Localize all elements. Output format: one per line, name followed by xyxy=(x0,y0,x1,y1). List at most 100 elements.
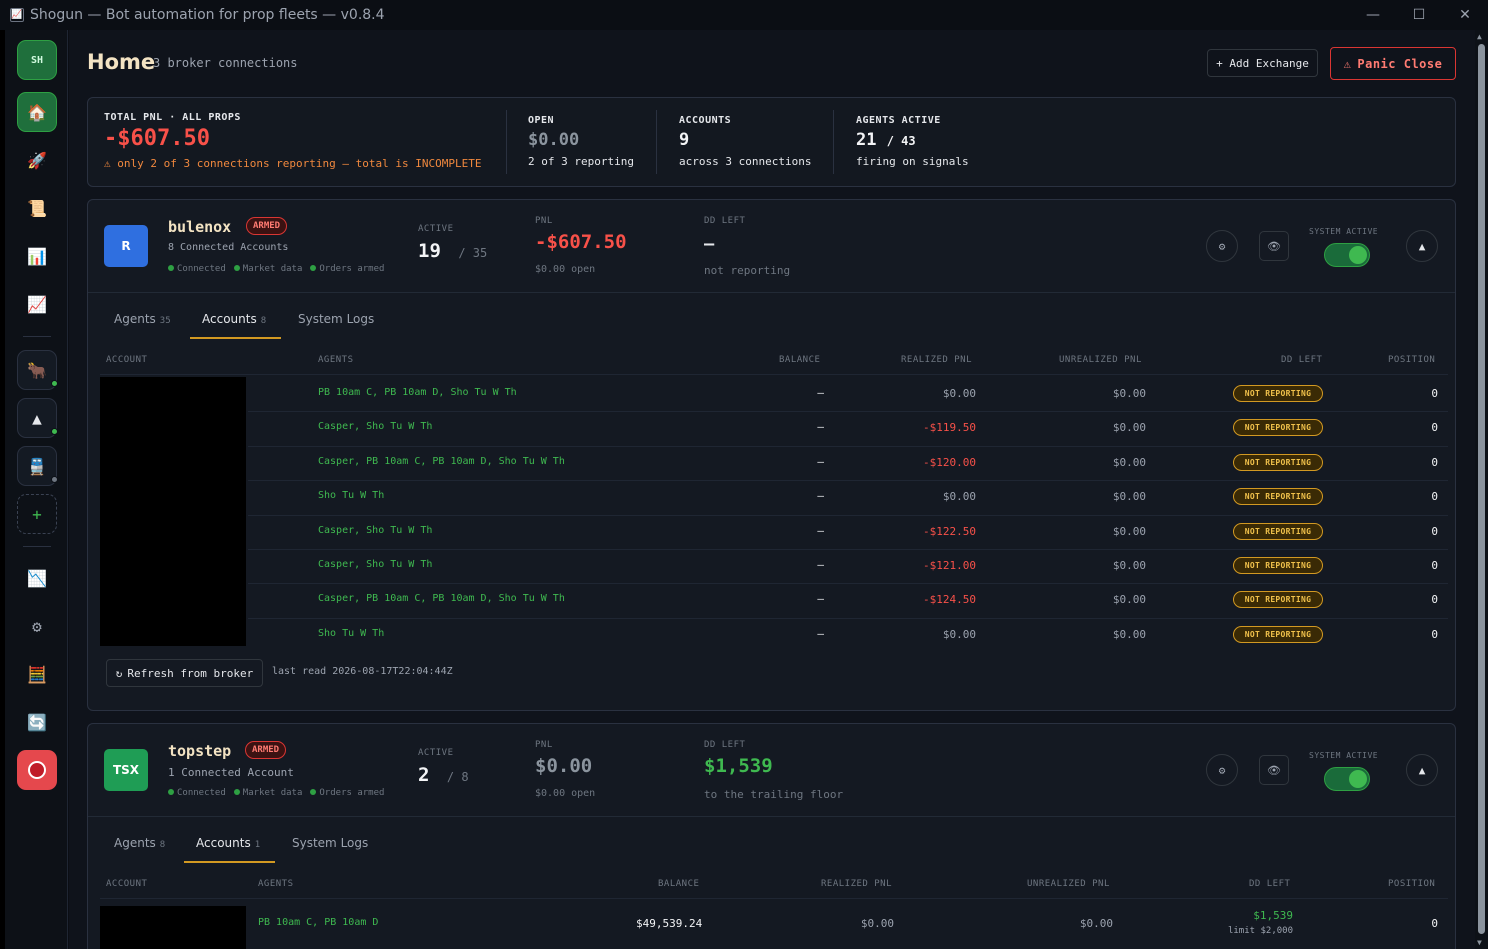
scroll-icon: 📜 xyxy=(27,198,47,218)
maximize-button[interactable]: ☐ xyxy=(1396,0,1442,30)
refresh-from-broker-button[interactable]: ↻ Refresh from broker xyxy=(106,659,263,687)
sidebar-connection-bulenox[interactable]: 🐂 xyxy=(17,350,58,390)
col-balance: BALANCE xyxy=(658,879,700,889)
status-dot xyxy=(51,428,58,435)
status-orders-armed: Orders armed xyxy=(310,788,384,798)
tab-agents[interactable]: Agents 8 xyxy=(114,836,165,850)
tab-bar: Agents 35 Accounts 8 System Logs xyxy=(88,293,1455,343)
unrealized-pnl-cell: $0.00 xyxy=(1112,559,1146,572)
main-content: Home 3 broker connections + Add Exchange… xyxy=(69,30,1475,949)
agents-active-sub: firing on signals xyxy=(856,155,969,168)
sidebar-item-settings[interactable]: ⚙ xyxy=(17,606,57,646)
dd-left-cell: $1,539 xyxy=(1253,909,1293,922)
status-dot xyxy=(168,789,174,795)
scroll-down-icon[interactable]: ▼ xyxy=(1477,938,1482,947)
status-market-data: Market data xyxy=(233,264,302,274)
realized-pnl-cell: $0.00 xyxy=(942,387,976,400)
col-realized-pnl: REALIZED PNL xyxy=(901,355,973,365)
eye-icon: 👁 xyxy=(1267,239,1281,253)
agents-cell: Casper, PB 10am C, PB 10am D, Sho Tu W T… xyxy=(318,455,565,467)
bar-chart-icon: 📊 xyxy=(27,246,47,266)
agents-active-count: 21 xyxy=(856,130,877,150)
sidebar-profile[interactable]: SH xyxy=(17,40,57,80)
refresh-icon: ↻ xyxy=(115,666,123,680)
position-cell: 0 xyxy=(1431,593,1438,607)
sidebar-item-charts[interactable]: 📈 xyxy=(17,284,57,324)
balance-cell: — xyxy=(817,558,824,571)
tab-system-logs[interactable]: System Logs xyxy=(292,836,368,850)
train-icon: 🚆 xyxy=(27,456,47,476)
header-divider xyxy=(100,898,1448,899)
tab-agents[interactable]: Agents 35 xyxy=(114,312,171,326)
agents-cell: Casper, PB 10am C, PB 10am D, Sho Tu W T… xyxy=(318,593,565,605)
sidebar-item-record[interactable] xyxy=(17,750,57,790)
scrollbar-thumb[interactable] xyxy=(1478,44,1485,934)
pnl-value: -$607.50 xyxy=(535,231,627,253)
collapse-button[interactable]: ▲ xyxy=(1406,230,1438,262)
open-value: $0.00 xyxy=(528,130,580,150)
plus-icon: + xyxy=(32,504,42,524)
balance-cell: — xyxy=(817,420,824,434)
sidebar-divider xyxy=(23,336,51,337)
summary-panel: TOTAL PNL · ALL PROPS -$607.50 ⚠ only 2 … xyxy=(87,97,1456,187)
position-cell: 0 xyxy=(1431,421,1438,435)
system-active-toggle[interactable] xyxy=(1324,243,1370,267)
status-row: Connected Market data Orders armed xyxy=(168,788,384,798)
status-dot xyxy=(168,265,174,271)
close-button[interactable]: ✕ xyxy=(1442,0,1488,30)
connected-accounts-count: 1 Connected Account xyxy=(168,766,294,779)
col-agents: AGENTS xyxy=(318,355,354,365)
realized-pnl-cell: -$121.00 xyxy=(923,559,976,572)
add-exchange-button[interactable]: + Add Exchange xyxy=(1207,49,1318,77)
sidebar-item-stats[interactable]: 📊 xyxy=(17,236,57,276)
sidebar-item-logs[interactable]: 📜 xyxy=(17,188,57,228)
dd-left-value: — xyxy=(704,234,715,254)
pnl-label: PNL xyxy=(535,216,553,226)
panic-close-label: Panic Close xyxy=(1357,56,1443,71)
sidebar-item-bots[interactable]: 🚀 xyxy=(17,140,57,180)
sidebar-connection-topstep[interactable]: ▲ xyxy=(17,398,58,438)
view-button[interactable]: 👁 xyxy=(1259,231,1289,261)
accounts-label: ACCOUNTS xyxy=(679,115,732,126)
tab-accounts[interactable]: Accounts 1 xyxy=(196,836,260,850)
agents-cell: Sho Tu W Th xyxy=(318,490,385,502)
status-orders-armed: Orders armed xyxy=(310,264,384,274)
sidebar-item-drawdown[interactable]: 📉 xyxy=(17,558,57,598)
active-value: 19 / 35 xyxy=(418,240,488,262)
col-dd-left: DD LEFT xyxy=(1249,879,1291,889)
sidebar-item-calculator[interactable]: 🧮 xyxy=(17,654,57,694)
view-button[interactable]: 👁 xyxy=(1259,755,1289,785)
status-row: Connected Market data Orders armed xyxy=(168,264,384,274)
calculator-icon: 🧮 xyxy=(27,664,47,684)
dd-badge: NOT REPORTING xyxy=(1233,453,1323,471)
toggle-knob xyxy=(1349,246,1367,264)
refresh-label: Refresh from broker xyxy=(127,666,254,680)
scroll-up-icon[interactable]: ▲ xyxy=(1477,32,1482,41)
system-active-toggle[interactable] xyxy=(1324,767,1370,791)
collapse-button[interactable]: ▲ xyxy=(1406,754,1438,786)
sidebar-divider xyxy=(23,546,51,547)
minimize-button[interactable]: — xyxy=(1350,0,1396,30)
unrealized-pnl-cell: $0.00 xyxy=(1112,593,1146,607)
sidebar-add-connection[interactable]: + xyxy=(17,494,57,534)
line-chart-icon: 📈 xyxy=(27,294,47,314)
gear-icon: ⚙ xyxy=(1218,763,1226,777)
scrollbar[interactable]: ▲ ▼ xyxy=(1475,30,1488,949)
page-subtitle: 3 broker connections xyxy=(153,56,298,70)
redacted-account-cell xyxy=(100,906,246,949)
header-divider xyxy=(100,374,1448,375)
tab-accounts[interactable]: Accounts 8 xyxy=(202,312,266,326)
unrealized-pnl-cell: $0.00 xyxy=(1079,917,1113,930)
sidebar-item-sync[interactable]: 🔄 xyxy=(17,702,57,742)
incomplete-warning: ⚠ only 2 of 3 connections reporting — to… xyxy=(104,157,482,170)
sidebar-item-home[interactable]: 🏠 xyxy=(17,92,57,132)
settings-button[interactable]: ⚙ xyxy=(1206,754,1238,786)
status-dot xyxy=(51,476,58,483)
panic-close-button[interactable]: ⚠ Panic Close xyxy=(1330,47,1456,80)
connection-logo: TSX xyxy=(104,749,148,791)
tab-system-logs[interactable]: System Logs xyxy=(298,312,374,326)
col-unrealized-pnl: UNREALIZED PNL xyxy=(1059,355,1142,365)
total-pnl-value: -$607.50 xyxy=(104,126,210,151)
sidebar-connection-third[interactable]: 🚆 xyxy=(17,446,58,486)
settings-button[interactable]: ⚙ xyxy=(1206,230,1238,262)
